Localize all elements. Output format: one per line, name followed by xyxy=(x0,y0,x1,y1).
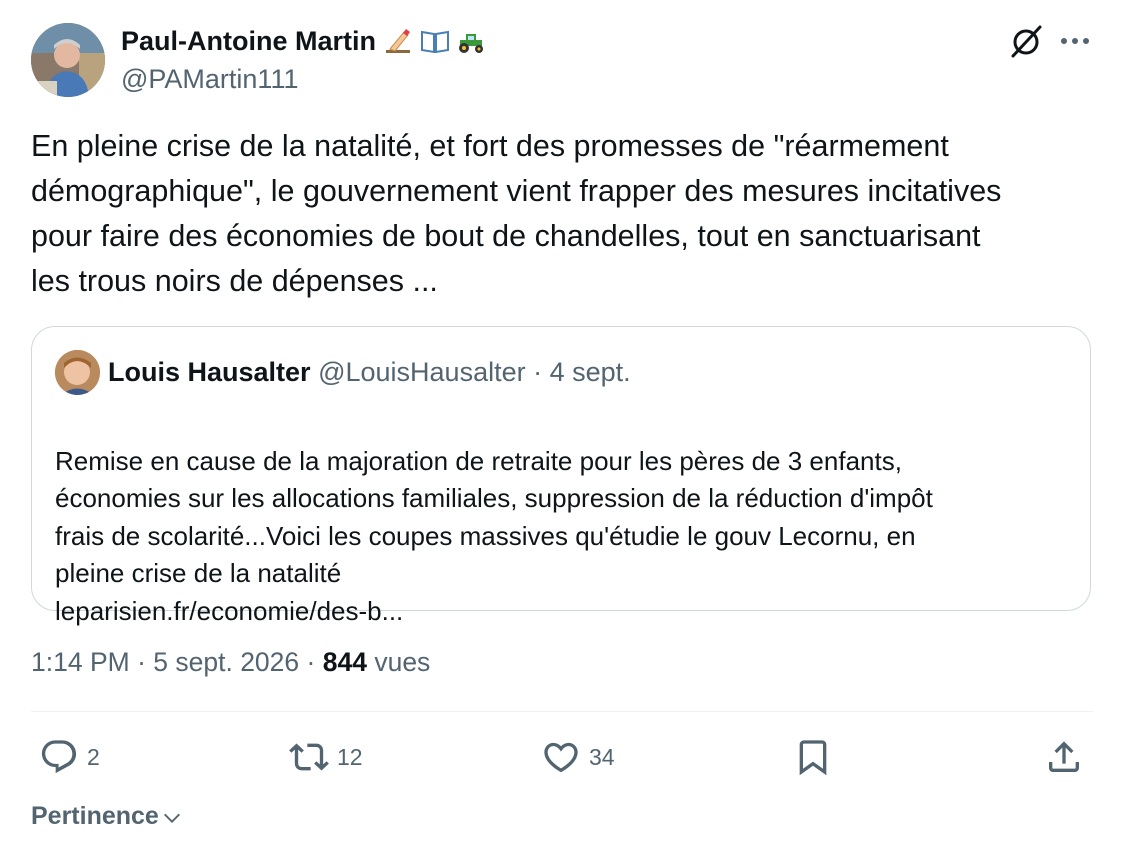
open-book-icon xyxy=(421,30,449,54)
divider xyxy=(31,711,1093,712)
writing-hand-icon xyxy=(386,29,410,53)
tweet-text: En pleine crise de la natalité, et fort … xyxy=(31,129,1002,298)
share-icon xyxy=(1049,741,1079,772)
tractor-icon xyxy=(459,34,483,53)
like-button[interactable]: 34 xyxy=(541,735,615,779)
repost-button[interactable]: 12 xyxy=(289,735,363,779)
author-handle[interactable]: @PAMartin111 xyxy=(121,62,298,96)
reply-icon xyxy=(41,740,77,774)
quote-author-handle[interactable]: @LouisHausalter xyxy=(318,357,526,387)
quote-header: Louis Hausalter @LouisHausalter · 4 sept… xyxy=(108,355,631,389)
heart-icon xyxy=(544,742,578,773)
tweet-time[interactable]: 1:14 PM xyxy=(31,647,130,677)
reply-button[interactable]: 2 xyxy=(39,735,100,779)
tweet-date[interactable]: 5 sept. 2026 xyxy=(153,647,299,677)
quoted-tweet-card[interactable]: Louis Hausalter @LouisHausalter · 4 sept… xyxy=(31,326,1091,626)
bookmark-button[interactable] xyxy=(793,735,833,779)
tweet-page: Paul-Antoine Martin @PAMartin111 En plei… xyxy=(0,0,1123,855)
tweet-meta: 1:14 PM · 5 sept. 2026 · 844 vues xyxy=(31,645,430,679)
quote-author-avatar[interactable] xyxy=(55,350,100,395)
chevron-down-icon xyxy=(163,813,180,823)
reply-count: 2 xyxy=(87,743,100,770)
share-button[interactable] xyxy=(1044,735,1084,779)
author-name-row[interactable]: Paul-Antoine Martin xyxy=(121,24,486,58)
more-options-icon[interactable] xyxy=(1058,28,1092,54)
meta-separator: · xyxy=(137,647,146,677)
views-count: 844 xyxy=(322,647,367,677)
meta-separator: · xyxy=(306,647,316,677)
quote-author-name[interactable]: Louis Hausalter xyxy=(108,357,311,387)
author-emojis xyxy=(384,26,486,56)
author-avatar[interactable] xyxy=(31,23,105,97)
views-label: vues xyxy=(374,647,431,677)
author-name[interactable]: Paul-Antoine Martin xyxy=(121,24,376,58)
like-count: 34 xyxy=(589,743,615,770)
sort-label: Pertinence xyxy=(31,802,159,830)
quote-date[interactable]: 4 sept. xyxy=(550,357,631,387)
grok-icon[interactable] xyxy=(1006,22,1046,62)
repost-count: 12 xyxy=(337,743,363,770)
quote-separator: · xyxy=(533,357,543,387)
quote-link[interactable]: leparisien.fr/economie/des-b... xyxy=(55,593,1070,631)
bookmark-icon xyxy=(799,740,827,776)
repost-icon xyxy=(289,743,329,771)
quote-text-block: Remise en cause de la majoration de retr… xyxy=(55,405,1070,668)
sort-dropdown[interactable]: Pertinence xyxy=(31,799,183,833)
quote-text: Remise en cause de la majoration de retr… xyxy=(55,445,933,589)
